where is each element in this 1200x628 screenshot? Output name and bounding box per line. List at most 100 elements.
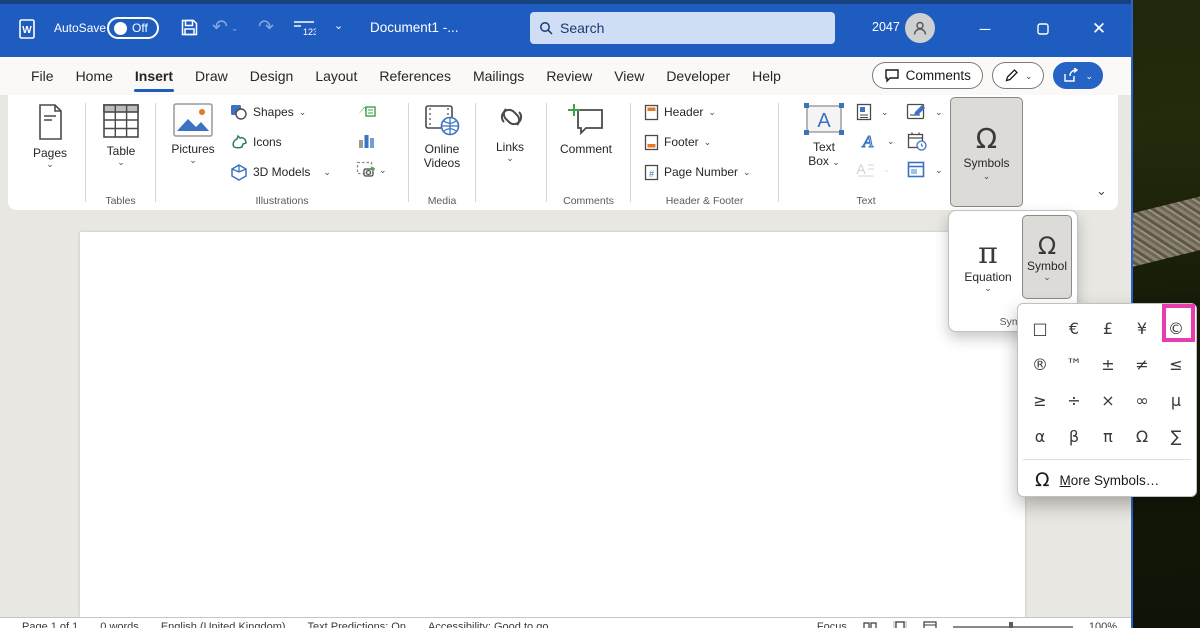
equation-button[interactable]: π Equation ⌄ [957,219,1019,311]
new-comment-icon [566,102,606,138]
minimize-button[interactable]: ─ [972,16,998,42]
symbol-cell[interactable]: α [1023,418,1057,454]
quick-access-chevron-icon[interactable]: ⌄ [334,22,343,30]
tab-help[interactable]: Help [741,61,792,91]
zoom-level[interactable]: 100% [1089,621,1117,628]
share-button[interactable]: ⌄ [1053,62,1103,89]
header-button[interactable]: Header⌄ [644,101,716,123]
more-symbols-label: More Symbols… [1060,473,1160,488]
symbol-cell[interactable]: □ [1023,310,1057,346]
pages-button[interactable]: Pages ⌄ [22,102,78,168]
comments-button[interactable]: Comments [872,62,983,89]
symbol-cell[interactable]: ≤ [1159,346,1193,382]
online-videos-icon [422,102,462,138]
symbol-cell[interactable]: € [1057,310,1091,346]
page-indicator[interactable]: Page 1 of 1 [22,621,78,628]
symbol-cell[interactable]: ® [1023,346,1057,382]
chart-icon [357,133,375,149]
tab-design[interactable]: Design [239,61,305,91]
icons-button[interactable]: Icons [230,131,282,153]
web-layout-icon[interactable] [923,621,937,628]
text-group-label: Text [779,195,953,207]
word-logo-icon[interactable]: W [16,18,38,40]
symbol-cell[interactable]: Ω [1125,418,1159,454]
read-mode-icon[interactable] [863,621,877,628]
collapse-ribbon-chevron-icon[interactable]: ⌄ [1096,187,1107,195]
symbol-cell[interactable]: ∑ [1159,418,1193,454]
document-page[interactable] [80,232,1025,617]
symbol-cell[interactable]: ∞ [1125,382,1159,418]
symbol-cell[interactable]: ™ [1057,346,1091,382]
undo-button[interactable]: ↶⌄ [212,16,238,39]
redo-button[interactable]: ↷ [258,16,274,39]
text-predictions[interactable]: Text Predictions: On [308,621,406,628]
symbol-cell[interactable]: µ [1159,382,1193,418]
autosave-toggle[interactable]: Off [107,17,159,39]
account-avatar[interactable] [905,13,935,43]
editing-mode-button[interactable]: ⌄ [992,62,1045,89]
wordart-button[interactable]: A ⌄ [858,132,895,150]
tab-layout[interactable]: Layout [304,61,368,91]
online-videos-button[interactable]: Online Videos [414,102,470,170]
symbol-cell[interactable]: ± [1091,346,1125,382]
word-count[interactable]: 0 words [100,621,139,628]
shapes-label: Shapes [253,105,294,119]
text-box-button[interactable]: A TextBox ⌄ [798,102,850,168]
symbol-cell[interactable]: π [1091,418,1125,454]
tab-developer[interactable]: Developer [655,61,741,91]
screenshot-button[interactable]: ⌄ [356,161,387,179]
footer-button[interactable]: Footer⌄ [644,131,711,153]
symbol-cell[interactable]: × [1091,382,1125,418]
date-time-button[interactable] [907,132,927,151]
symbol-cell[interactable]: £ [1091,310,1125,346]
accessibility-status[interactable]: Accessibility: Good to go [428,621,548,628]
close-button[interactable]: ✕ [1086,16,1112,42]
symbol-cell[interactable]: β [1057,418,1091,454]
3d-models-button[interactable]: 3D Models⌄ [230,161,331,183]
tab-file[interactable]: File [20,61,65,91]
symbol-cell[interactable]: ÷ [1057,382,1091,418]
status-bar: Page 1 of 1 0 words English (United King… [0,617,1131,628]
symbol-cell[interactable]: ≠ [1125,346,1159,382]
drop-cap-button[interactable]: A ⌄ [856,161,891,177]
comment-button[interactable]: Comment [554,102,618,156]
links-button[interactable]: Links ⌄ [484,102,536,162]
tab-draw[interactable]: Draw [184,61,239,91]
language-indicator[interactable]: English (United Kingdom) [161,621,286,628]
zoom-slider-handle[interactable] [1009,622,1013,628]
more-symbols-button[interactable]: Ω More Symbols… [1023,460,1191,491]
svg-text:A: A [862,132,874,150]
account-id: 2047 [872,20,900,34]
pictures-button[interactable]: Pictures ⌄ [164,102,222,164]
table-button[interactable]: Table ⌄ [94,102,148,166]
print-layout-icon[interactable] [893,621,907,628]
object-button[interactable]: ⌄ [907,161,943,178]
save-button[interactable] [180,18,199,37]
symbol-button[interactable]: Ω Symbol ⌄ [1022,215,1072,299]
page-number-button[interactable]: # Page Number⌄ [644,161,751,183]
tab-review[interactable]: Review [535,61,603,91]
shapes-button[interactable]: Shapes⌄ [230,101,306,123]
tab-home[interactable]: Home [65,61,124,91]
chart-button[interactable] [357,133,375,149]
symbol-cell[interactable]: ¥ [1125,310,1159,346]
smartart-button[interactable] [356,103,376,119]
comment-label: Comment [560,142,612,156]
tab-insert[interactable]: Insert [124,61,184,91]
icons-icon [230,134,248,150]
numbering-icon[interactable]: 123 [292,17,316,39]
symbols-button[interactable]: Ω Symbols ⌄ [950,97,1023,207]
pictures-icon [172,102,214,138]
maximize-button[interactable] [1030,16,1056,42]
autosave-label: AutoSave [54,21,106,35]
illustrations-group-label: Illustrations [156,195,408,207]
tab-mailings[interactable]: Mailings [462,61,535,91]
focus-button[interactable]: Focus [817,621,847,628]
omega-icon: Ω [1038,233,1056,259]
search-input[interactable]: Search [530,12,835,44]
quick-parts-button[interactable]: ⌄ [856,103,889,121]
symbol-cell[interactable]: ≥ [1023,382,1057,418]
tab-references[interactable]: References [368,61,462,91]
tab-view[interactable]: View [603,61,655,91]
signature-line-button[interactable]: ⌄ [906,103,943,121]
